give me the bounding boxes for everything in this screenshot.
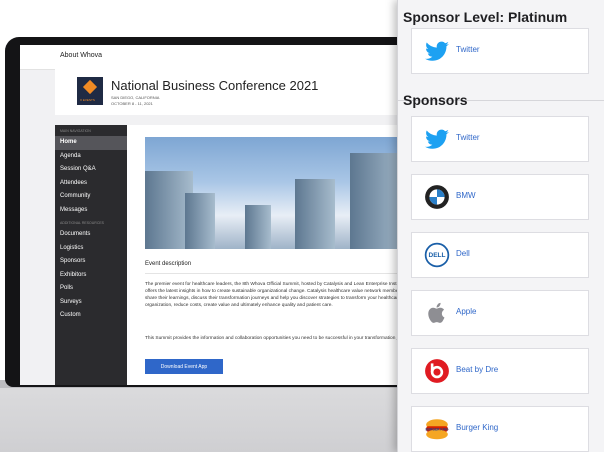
- sponsor-card-twitter[interactable]: Twitter: [411, 116, 589, 162]
- sidebar-item-community[interactable]: Community: [55, 190, 127, 204]
- sponsor-name: Dell: [456, 249, 470, 258]
- additional-resources-label: ADDITIONAL RESOURCES: [60, 221, 105, 225]
- sponsor-card-dell[interactable]: DELL Dell: [411, 232, 589, 278]
- sidebar-item-exhibitors[interactable]: Exhibitors: [55, 269, 127, 283]
- event-description-heading: Event description: [145, 261, 192, 267]
- logo-diamond-icon: [82, 79, 98, 95]
- sidebar-item-home[interactable]: Home: [55, 136, 127, 150]
- event-subtitle: SAN DIEGO, CALIFORNIA OCTOBER 8 - 11, 20…: [111, 95, 159, 107]
- sidebar-item-logistics[interactable]: Logistics: [55, 242, 127, 256]
- hero-building: [245, 205, 271, 249]
- sidebar-item-sponsors[interactable]: Sponsors: [55, 255, 127, 269]
- sponsor-card-apple[interactable]: Apple: [411, 290, 589, 336]
- beats-icon: [425, 359, 449, 383]
- sidebar-item-custom[interactable]: Custom: [55, 309, 127, 323]
- sidebar-item-agenda[interactable]: Agenda: [55, 150, 127, 164]
- hero-building: [295, 179, 335, 249]
- event-dates: OCTOBER 8 - 11, 2021: [111, 101, 153, 106]
- dell-icon: DELL: [424, 242, 450, 268]
- event-logo: X EVENTS: [77, 77, 103, 105]
- burger-king-icon: BURGER KING: [425, 419, 449, 440]
- sidebar: MAIN NAVIGATION Home Agenda Session Q&A …: [55, 125, 127, 385]
- sponsor-card-burger-king[interactable]: BURGER KING Burger King: [411, 406, 589, 452]
- sidebar-item-polls[interactable]: Polls: [55, 282, 127, 296]
- hero-building: [185, 193, 215, 249]
- sidebar-item-attendees[interactable]: Attendees: [55, 177, 127, 191]
- sponsor-name: Apple: [456, 307, 477, 316]
- about-whova-link[interactable]: About Whova: [60, 52, 102, 59]
- main-content: Event description The premier event for …: [127, 125, 427, 385]
- logo-text: X EVENTS: [80, 98, 95, 102]
- dell-logo-text: DELL: [429, 252, 446, 259]
- event-title: National Business Conference 2021: [111, 78, 319, 93]
- sidebar-item-messages[interactable]: Messages: [55, 204, 127, 218]
- description-paragraph-1: The premier event for healthcare leaders…: [145, 282, 411, 308]
- download-event-app-button[interactable]: Download Event App: [145, 359, 223, 374]
- sidebar-item-surveys[interactable]: Surveys: [55, 296, 127, 310]
- divider: [145, 273, 415, 274]
- apple-icon: [428, 302, 445, 323]
- sponsors-heading: Sponsors: [403, 92, 468, 108]
- sponsor-name: Burger King: [456, 423, 499, 432]
- sponsor-name: BMW: [456, 191, 476, 200]
- hero-image: [145, 137, 407, 249]
- sidebar-item-documents[interactable]: Documents: [55, 228, 127, 242]
- sponsor-name: Twitter: [456, 133, 480, 142]
- twitter-icon: [425, 129, 449, 149]
- event-header: X EVENTS National Business Conference 20…: [55, 69, 455, 115]
- sponsor-card-twitter-platinum[interactable]: Twitter: [411, 28, 589, 74]
- twitter-icon: [425, 41, 449, 61]
- sidebar-item-session-qa[interactable]: Session Q&A: [55, 163, 127, 177]
- burger-king-logo-text: BURGER KING: [425, 427, 449, 431]
- main-navigation-label: MAIN NAVIGATION: [60, 129, 91, 133]
- bmw-icon: [425, 185, 449, 209]
- sponsor-level-heading: Sponsor Level: Platinum: [403, 9, 568, 25]
- sponsor-panel: Sponsor Level: Platinum Twitter Sponsors…: [397, 0, 604, 452]
- sponsor-name: Beat by Dre: [456, 365, 499, 374]
- description-paragraph-2: This Summit provides the information and…: [145, 336, 414, 341]
- sponsor-card-bmw[interactable]: BMW: [411, 174, 589, 220]
- sponsor-name: Twitter: [456, 45, 480, 54]
- sponsor-card-beats[interactable]: Beat by Dre: [411, 348, 589, 394]
